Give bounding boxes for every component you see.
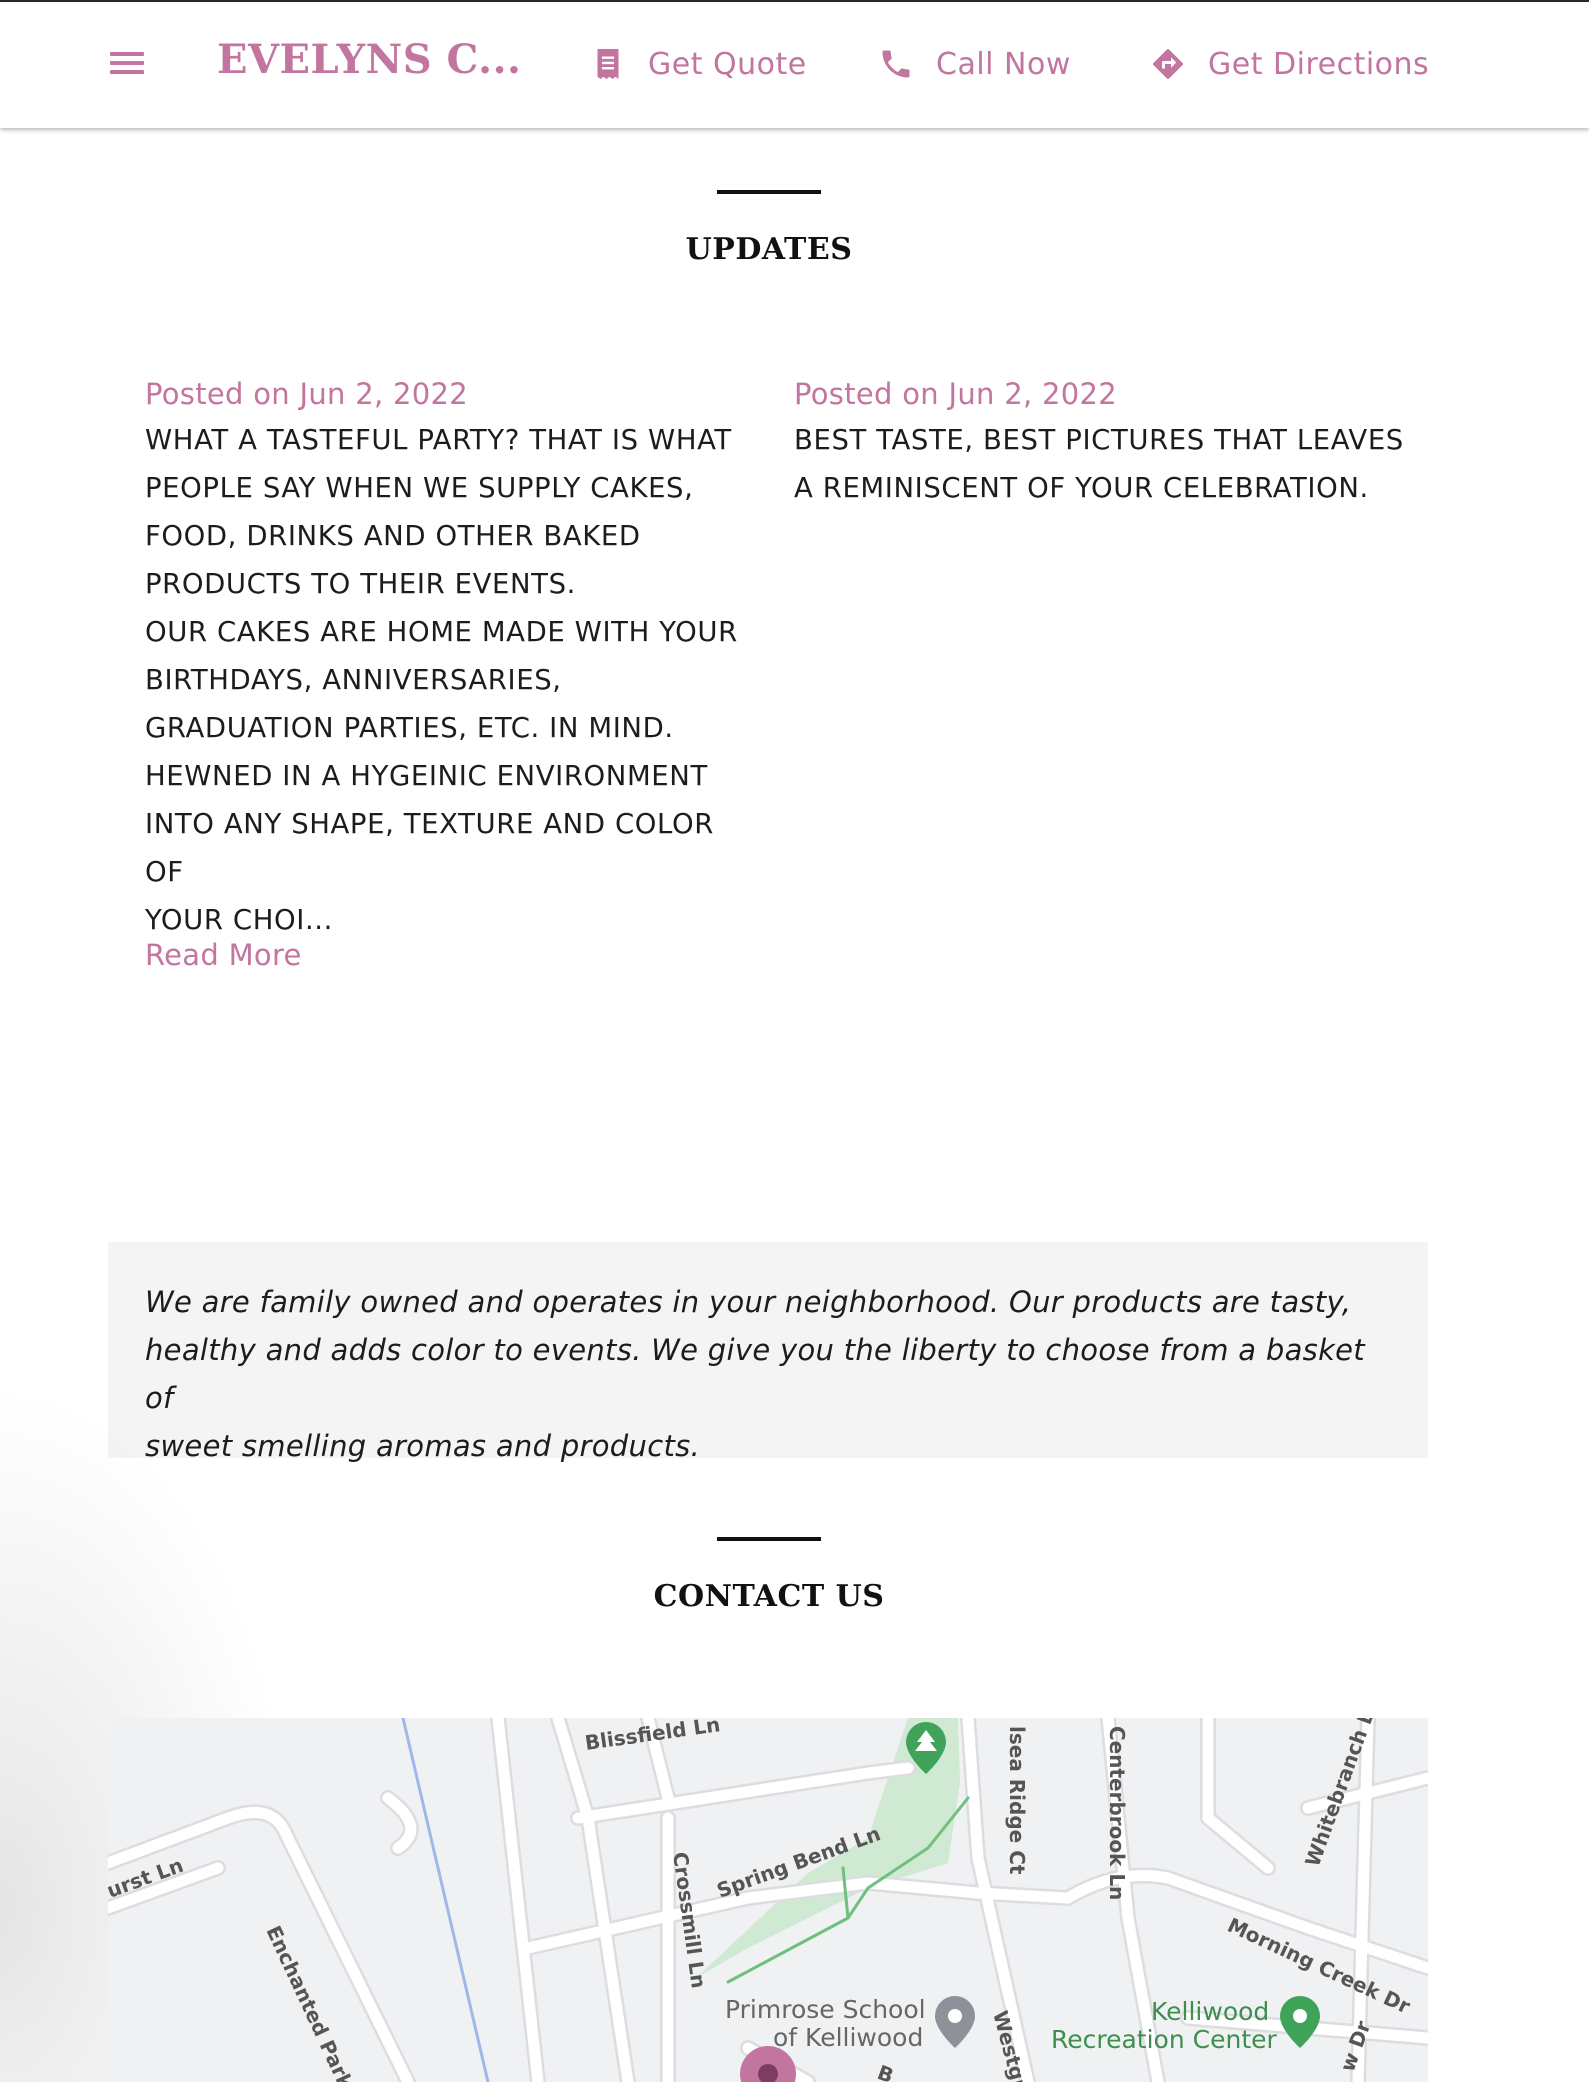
- post-line: PEOPLE SAY WHEN WE SUPPLY CAKES,: [145, 472, 694, 504]
- phone-icon: [882, 50, 910, 78]
- post-line: A REMINISCENT OF YOUR CELEBRATION.: [794, 472, 1369, 504]
- post-line: BIRTHDAYS, ANNIVERSARIES,: [145, 664, 562, 696]
- post-line: BEST TASTE, BEST PICTURES THAT LEAVES: [794, 424, 1404, 456]
- updates-divider: [717, 190, 821, 194]
- site-header: EVELYNS C... Get Quote Call Now Get Dire…: [0, 2, 1589, 128]
- place-label: of Kelliwood: [773, 2023, 923, 2052]
- get-quote-link[interactable]: Get Quote: [590, 42, 807, 86]
- street-label: Centerbrook Ln: [1105, 1726, 1129, 1900]
- brand-name[interactable]: EVELYNS C...: [217, 36, 521, 83]
- get-quote-label: Get Quote: [648, 46, 807, 82]
- street-label: B: [874, 2060, 897, 2082]
- post-line: OUR CAKES ARE HOME MADE WITH YOUR: [145, 616, 738, 648]
- place-label: Recreation Center: [1051, 2025, 1278, 2054]
- post-date: Posted on Jun 2, 2022: [145, 377, 469, 411]
- about-panel: We are family owned and operates in your…: [108, 1242, 1428, 1463]
- post-body: WHAT A TASTEFUL PARTY? THAT IS WHAT PEOP…: [145, 416, 755, 944]
- post-line: WHAT A TASTEFUL PARTY? THAT IS WHAT: [145, 424, 732, 456]
- contact-title: CONTACT US: [653, 1579, 885, 1614]
- creek-line: [401, 1718, 490, 2082]
- about-line: We are family owned and operates in your…: [145, 1285, 1352, 1319]
- location-map[interactable]: Blissfield Ln urst Ln Enchanted Park Cro…: [108, 1718, 1428, 2082]
- map-canvas: Blissfield Ln urst Ln Enchanted Park Cro…: [108, 1718, 1428, 2082]
- place-primrose-school[interactable]: Primrose School of Kelliwood: [725, 1995, 975, 2052]
- contact-divider: [717, 1537, 821, 1541]
- post-line: GRADUATION PARTIES, ETC. IN MIND.: [145, 712, 674, 744]
- about-line: healthy and adds color to events. We giv…: [145, 1333, 1365, 1415]
- updates-title: UPDATES: [685, 232, 853, 267]
- update-post-2: Posted on Jun 2, 2022 BEST TASTE, BEST P…: [794, 374, 1404, 512]
- get-directions-label: Get Directions: [1208, 46, 1430, 82]
- post-line: HEWNED IN A HYGEINIC ENVIRONMENT: [145, 760, 708, 792]
- get-directions-link[interactable]: Get Directions: [1150, 42, 1429, 86]
- place-label: Kelliwood: [1151, 1997, 1269, 2026]
- post-line: YOUR CHOI...: [145, 904, 333, 936]
- read-more-link[interactable]: Read More: [145, 938, 302, 972]
- post-line: FOOD, DRINKS AND OTHER BAKED: [145, 520, 641, 552]
- post-line: INTO ANY SHAPE, TEXTURE AND COLOR OF: [145, 808, 714, 888]
- post-date: Posted on Jun 2, 2022: [794, 377, 1118, 411]
- post-line: PRODUCTS TO THEIR EVENTS.: [145, 568, 576, 600]
- hamburger-menu-icon[interactable]: [108, 48, 148, 78]
- place-label: Primrose School: [725, 1995, 926, 2024]
- street-label: lsea Ridge Ct: [1005, 1726, 1029, 1875]
- about-line: sweet smelling aromas and products.: [145, 1429, 701, 1463]
- update-post-1: Posted on Jun 2, 2022 WHAT A TASTEFUL PA…: [145, 374, 755, 944]
- call-now-label: Call Now: [936, 46, 1071, 82]
- quote-icon: [597, 49, 619, 79]
- call-now-link[interactable]: Call Now: [878, 42, 1071, 86]
- directions-icon: [1153, 49, 1183, 79]
- post-body: BEST TASTE, BEST PICTURES THAT LEAVES A …: [794, 416, 1404, 512]
